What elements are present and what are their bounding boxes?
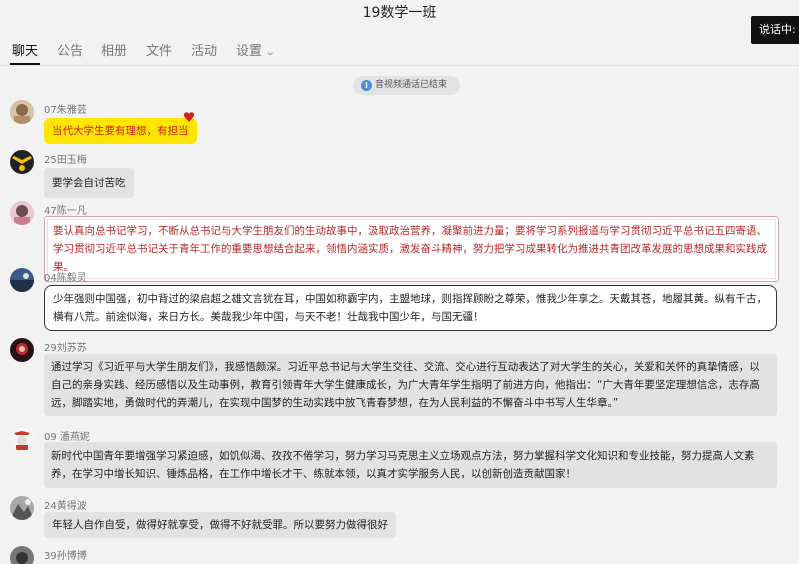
avatar[interactable] [10, 427, 34, 451]
message-bubble[interactable]: 当代大学生要有理想，有担当 [44, 118, 197, 144]
avatar-image [10, 268, 34, 292]
message-bubble[interactable]: 要认真向总书记学习，不断从总书记与大学生朋友们的生动故事中，汲取政治营养，凝聚前… [44, 216, 779, 282]
avatar[interactable] [10, 338, 34, 362]
tab-files[interactable]: 文件 [146, 40, 172, 59]
message-bubble[interactable]: 少年强则中国强，初中背过的梁启超之雄文言犹在耳，中国如称霸宇内，主盟地球，则指挥… [44, 285, 777, 331]
sender-name: 24黄得波 [44, 501, 87, 512]
active-tab-indicator [10, 63, 40, 65]
avatar[interactable] [10, 150, 34, 174]
tab-album[interactable]: 相册 [101, 40, 127, 59]
tab-settings[interactable]: 设置 ⌄ [236, 40, 276, 59]
call-ended-notice: i 音视频通话已结束 [353, 76, 460, 95]
avatar-image [10, 150, 34, 174]
avatar[interactable] [10, 268, 34, 292]
call-ended-text: 音视频通话已结束 [375, 80, 448, 90]
avatar-image [10, 427, 34, 451]
sender-name: 39孙博博 [44, 551, 87, 562]
avatar-image [10, 201, 34, 225]
message-bubble[interactable]: 通过学习《习近平与大学生朋友们》，我感悟颇深。习近平总书记与大学生交往、交流、交… [44, 354, 777, 416]
avatar[interactable] [10, 496, 34, 520]
sender-name: 29刘苏苏 [44, 343, 87, 354]
tab-settings-label: 设置 [236, 44, 263, 59]
window-title: 19数学一班 [0, 0, 799, 26]
sender-name: 09 潘燕妮 [44, 432, 90, 443]
tab-bar: 聊天 公告 相册 文件 活动 设置 ⌄ [0, 26, 799, 66]
sender-name: 07朱雅芸 [44, 105, 87, 116]
tab-chat[interactable]: 聊天 [12, 40, 38, 59]
avatar-image [10, 496, 34, 520]
tab-announcements[interactable]: 公告 [57, 40, 83, 59]
sender-name: 25田玉梅 [44, 155, 87, 166]
sender-name: 47陈一凡 [44, 206, 87, 217]
heart-decoration-icon [183, 112, 195, 122]
avatar-image [10, 546, 34, 564]
sender-name: 04陈毅灵 [44, 273, 87, 284]
avatar[interactable] [10, 201, 34, 225]
message-bubble[interactable]: 新时代中国青年要增强学习紧迫感，如饥似渴、孜孜不倦学习，努力学习马克思主义立场观… [44, 442, 777, 488]
avatar[interactable] [10, 100, 34, 124]
info-icon: i [361, 80, 372, 91]
avatar[interactable] [10, 546, 34, 564]
chevron-down-icon: ⌄ [264, 47, 276, 58]
avatar-image [10, 100, 34, 124]
message-bubble[interactable]: 要学会自讨苦吃 [44, 168, 134, 198]
speaking-indicator[interactable]: 说话中: [751, 16, 799, 44]
message-bubble[interactable]: 年轻人自作自受，做得好就享受，做得不好就受罪。所以要努力做得很好 [44, 512, 396, 538]
tab-activities[interactable]: 活动 [191, 40, 217, 59]
avatar-image [10, 338, 34, 362]
